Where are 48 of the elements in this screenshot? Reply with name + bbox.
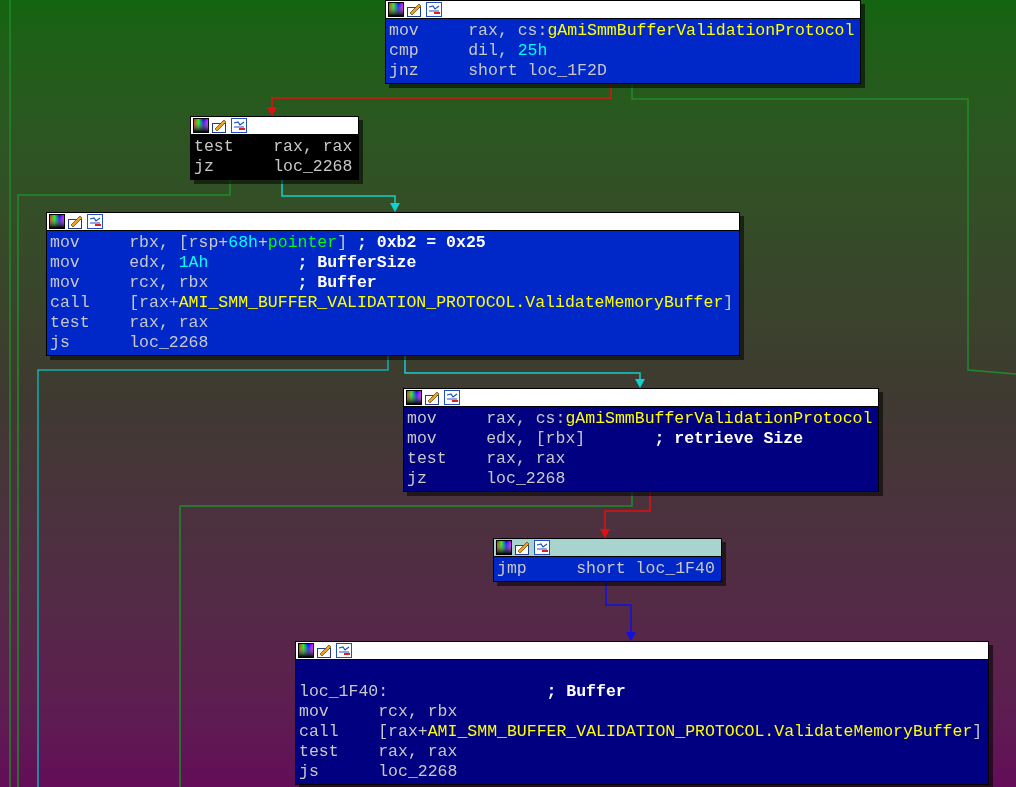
block-title-bar[interactable] (404, 389, 879, 407)
graph-icon[interactable] (426, 2, 442, 17)
edge-arrow (600, 491, 651, 538)
pencil-icon[interactable] (425, 390, 441, 405)
code-block[interactable]: loc_1F40: ; Buffer mov rcx, rbx call [rax+AMI_SMM_BUFFER_VALIDATION_PROTOCOL.ValidateMemoryBuffer] test rax, rax js loc_2268 (295, 641, 990, 785)
instruction-line: loc_1F40: ; Buffer (299, 682, 627, 702)
block-title-bar[interactable] (191, 117, 359, 135)
instruction-line: jz loc_2268 (194, 157, 354, 177)
instruction-line: mov rax, cs:gAmiSmmBufferValidationProtocol (389, 21, 856, 41)
graph-icon[interactable] (444, 390, 460, 405)
instruction-line: test rax, rax (299, 742, 459, 762)
pencil-icon[interactable] (515, 540, 531, 555)
graph-icon[interactable] (87, 214, 103, 229)
color-palette-icon[interactable] (298, 643, 314, 658)
instruction-line: test rax, rax (194, 137, 354, 157)
instruction-line: test rax, rax (407, 449, 567, 469)
instruction-line: mov rcx, rbx (299, 702, 459, 722)
instruction-line: mov edx, 1Ah ; BufferSize (50, 253, 418, 273)
block-title-bar[interactable] (47, 213, 740, 231)
pencil-icon[interactable] (407, 2, 423, 17)
graph-icon[interactable] (534, 540, 550, 555)
instruction-line: test rax, rax (50, 313, 210, 333)
color-palette-icon[interactable] (193, 118, 209, 133)
block-title-bar[interactable] (296, 642, 989, 660)
instruction-line: js loc_2268 (50, 333, 210, 353)
instruction-line: mov rbx, [rsp+68h+pointer] ; 0xb2 = 0x25 (50, 233, 487, 253)
block-title-bar[interactable] (386, 1, 861, 19)
color-palette-icon[interactable] (406, 390, 422, 405)
block-title-bar[interactable] (494, 539, 721, 557)
pencil-icon[interactable] (212, 118, 228, 133)
color-palette-icon[interactable] (496, 540, 512, 555)
instruction-line: jz loc_2268 (407, 469, 567, 489)
instruction-line: call [rax+AMI_SMM_BUFFER_VALIDATION_PROTOCOL.ValidateMemoryBuffer] (299, 722, 984, 742)
color-palette-icon[interactable] (49, 214, 65, 229)
instruction-line: jnz short loc_1F2D (389, 61, 608, 81)
instruction-line: mov edx, [rbx] ; retrieve Size (407, 429, 805, 449)
instruction-line: js loc_2268 (299, 762, 459, 782)
instruction-line: mov rcx, rbx ; Buffer (50, 273, 378, 293)
instruction-line: cmp dil, 25h (389, 41, 549, 61)
graph-icon[interactable] (231, 118, 247, 133)
pencil-icon[interactable] (317, 643, 333, 658)
color-palette-icon[interactable] (388, 2, 404, 17)
graph-icon[interactable] (336, 643, 352, 658)
instruction-line: call [rax+AMI_SMM_BUFFER_VALIDATION_PROTOCOL.ValidateMemoryBuffer] (50, 293, 735, 313)
instruction-line: jmp short loc_1F40 (497, 559, 716, 579)
instruction-line: mov rax, cs:gAmiSmmBufferValidationProtocol (407, 409, 874, 429)
edge-arrow (605, 581, 636, 641)
pencil-icon[interactable] (68, 214, 84, 229)
